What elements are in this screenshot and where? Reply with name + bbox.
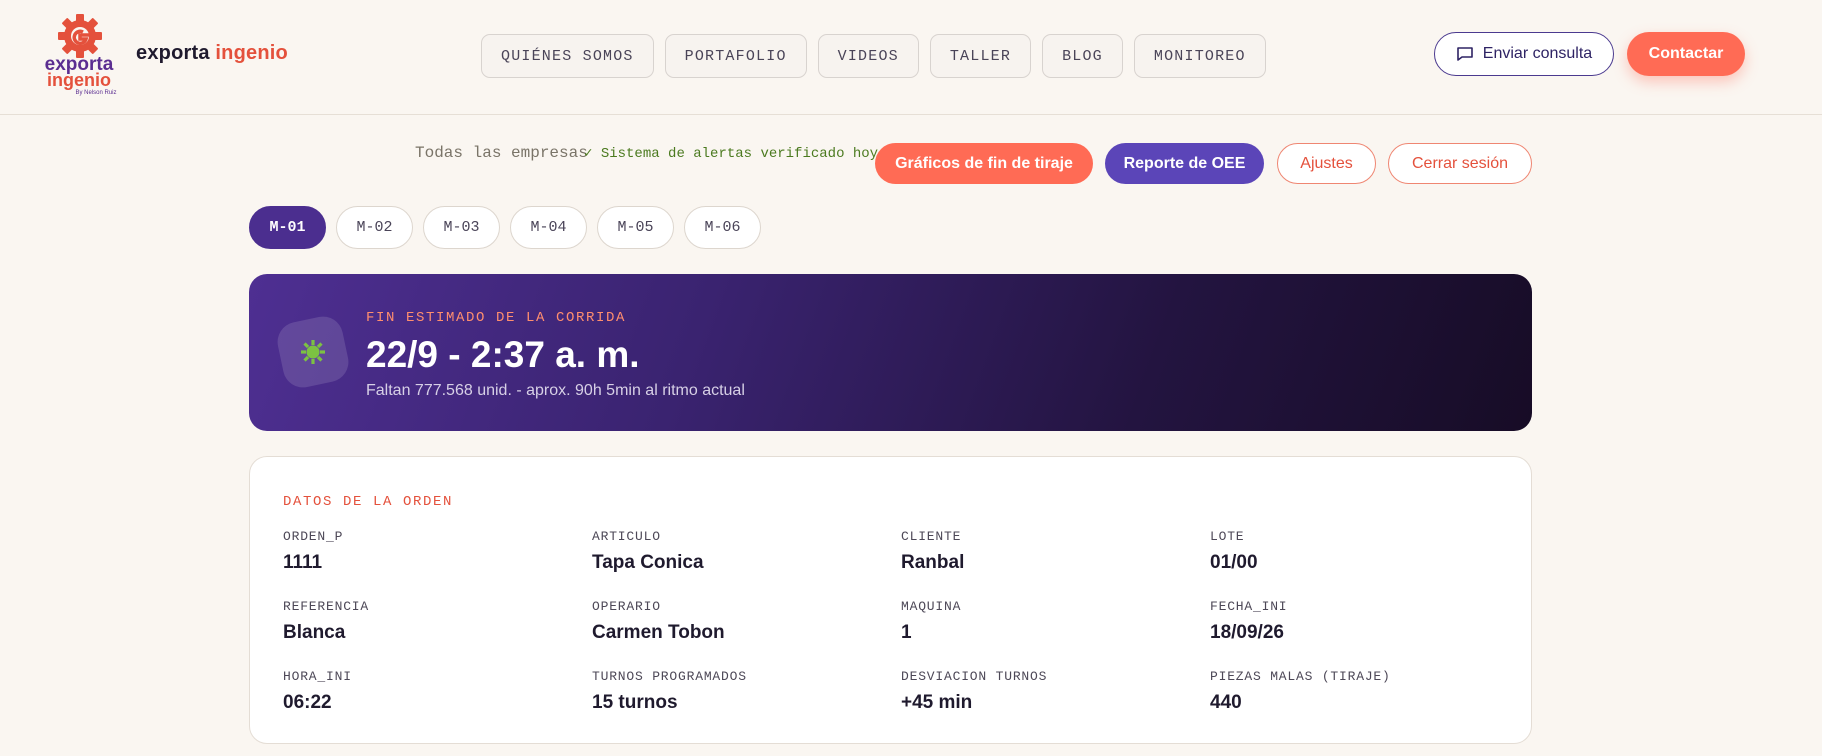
field-turnos-programados: TURNOS PROGRAMADOS 15 turnos [592, 669, 747, 714]
chat-bubble-icon [1456, 47, 1473, 61]
field-label: LOTE [1210, 529, 1245, 544]
field-value: Ranbal [901, 552, 965, 573]
reporte-oee-button[interactable]: Reporte de OEE [1105, 143, 1264, 184]
enviar-consulta-button[interactable]: Enviar consulta [1434, 32, 1614, 76]
nav-item-videos[interactable]: VIDEOS [817, 34, 919, 78]
site-header: exporta ingenio By Nelson Ruiz exporta i… [0, 0, 1822, 115]
field-operario: OPERARIO Carmen Tobon [592, 599, 725, 644]
field-label: HORA_INI [283, 669, 352, 684]
field-value: +45 min [901, 692, 973, 713]
company-filter[interactable]: Todas las empresas [415, 144, 588, 162]
nav-item-taller[interactable]: TALLER [929, 34, 1032, 78]
nav-item-quienes-somos[interactable]: QUIÉNES SOMOS [481, 34, 654, 78]
gear-icon [280, 319, 346, 385]
field-referencia: REFERENCIA Blanca [283, 599, 369, 644]
tab-m-05[interactable]: M-05 [597, 206, 674, 249]
field-value: Tapa Conica [592, 552, 704, 573]
graficos-fin-tiraje-button[interactable]: Gráficos de fin de tiraje [875, 143, 1093, 184]
field-value: Carmen Tobon [592, 622, 725, 643]
contactar-button[interactable]: Contactar [1627, 32, 1745, 76]
field-value: 01/00 [1210, 552, 1258, 573]
field-value: 1111 [283, 552, 323, 573]
estimate-remaining: Faltan 777.568 unid. - aprox. 90h 5min a… [366, 382, 745, 399]
svg-text:By Nelson Ruiz: By Nelson Ruiz [75, 90, 116, 96]
svg-text:ingenio: ingenio [47, 70, 111, 90]
field-label: ARTICULO [592, 529, 661, 544]
field-value: 15 turnos [592, 692, 678, 713]
field-hora-ini: HORA_INI 06:22 [283, 669, 352, 714]
tab-m-01[interactable]: M-01 [249, 206, 326, 249]
field-label: MAQUINA [901, 599, 962, 614]
tab-m-03[interactable]: M-03 [423, 206, 500, 249]
gear-logo-icon: exporta ingenio By Nelson Ruiz [45, 14, 117, 96]
order-data-card: DATOS DE LA ORDEN ORDEN_P 1111 ARTICULO … [249, 456, 1532, 744]
field-orden-p: ORDEN_P 1111 [283, 529, 343, 574]
nav-item-blog[interactable]: BLOG [1042, 34, 1123, 78]
field-label: REFERENCIA [283, 599, 370, 614]
field-lote: LOTE 01/00 [1210, 529, 1258, 574]
run-estimate-card: FIN ESTIMADO DE LA CORRIDA 22/9 - 2:37 a… [249, 274, 1532, 431]
tab-m-04[interactable]: M-04 [510, 206, 587, 249]
field-fecha-ini: FECHA_INI 18/09/26 [1210, 599, 1287, 644]
brand-name-part-1: exporta [136, 42, 210, 64]
tab-m-06[interactable]: M-06 [684, 206, 761, 249]
cerrar-sesion-button[interactable]: Cerrar sesión [1388, 143, 1532, 184]
main-nav: QUIÉNES SOMOS PORTAFOLIO VIDEOS TALLER B… [481, 34, 1266, 78]
field-articulo: ARTICULO Tapa Conica [592, 529, 704, 574]
field-label: OPERARIO [592, 599, 661, 614]
field-cliente: CLIENTE Ranbal [901, 529, 964, 574]
logo[interactable]: exporta ingenio By Nelson Ruiz [34, 12, 124, 96]
field-value: 1 [901, 622, 912, 643]
field-value: 440 [1210, 692, 1242, 713]
field-value: 06:22 [283, 692, 332, 713]
field-label: DESVIACION TURNOS [901, 669, 1048, 684]
enviar-consulta-label: Enviar consulta [1482, 45, 1593, 62]
field-label: PIEZAS MALAS (TIRAJE) [1210, 669, 1391, 684]
field-value: 18/09/26 [1210, 622, 1284, 643]
estimate-time: 22/9 - 2:37 a. m. [366, 334, 640, 375]
field-label: CLIENTE [901, 529, 962, 544]
field-label: ORDEN_P [283, 529, 344, 544]
nav-item-monitoreo[interactable]: MONITOREO [1133, 34, 1266, 78]
alert-status-text: ✓ Sistema de alertas verificado hoy [584, 146, 879, 162]
estimate-label: FIN ESTIMADO DE LA CORRIDA [366, 310, 627, 326]
field-piezas-malas: PIEZAS MALAS (TIRAJE) 440 [1210, 669, 1391, 714]
field-maquina: MAQUINA 1 [901, 599, 961, 644]
field-desviacion-turnos: DESVIACION TURNOS +45 min [901, 669, 1047, 714]
field-label: FECHA_INI [1210, 599, 1288, 614]
field-value: Blanca [283, 622, 346, 643]
tab-m-02[interactable]: M-02 [336, 206, 413, 249]
nav-item-portafolio[interactable]: PORTAFOLIO [664, 34, 807, 78]
ajustes-button[interactable]: Ajustes [1277, 143, 1376, 184]
order-title: DATOS DE LA ORDEN [283, 494, 454, 510]
brand-name-part-2: ingenio [215, 42, 288, 64]
brand-name[interactable]: exporta ingenio [136, 42, 288, 65]
machine-tabs: M-01 M-02 M-03 M-04 M-05 M-06 [249, 206, 761, 249]
field-label: TURNOS PROGRAMADOS [592, 669, 747, 684]
